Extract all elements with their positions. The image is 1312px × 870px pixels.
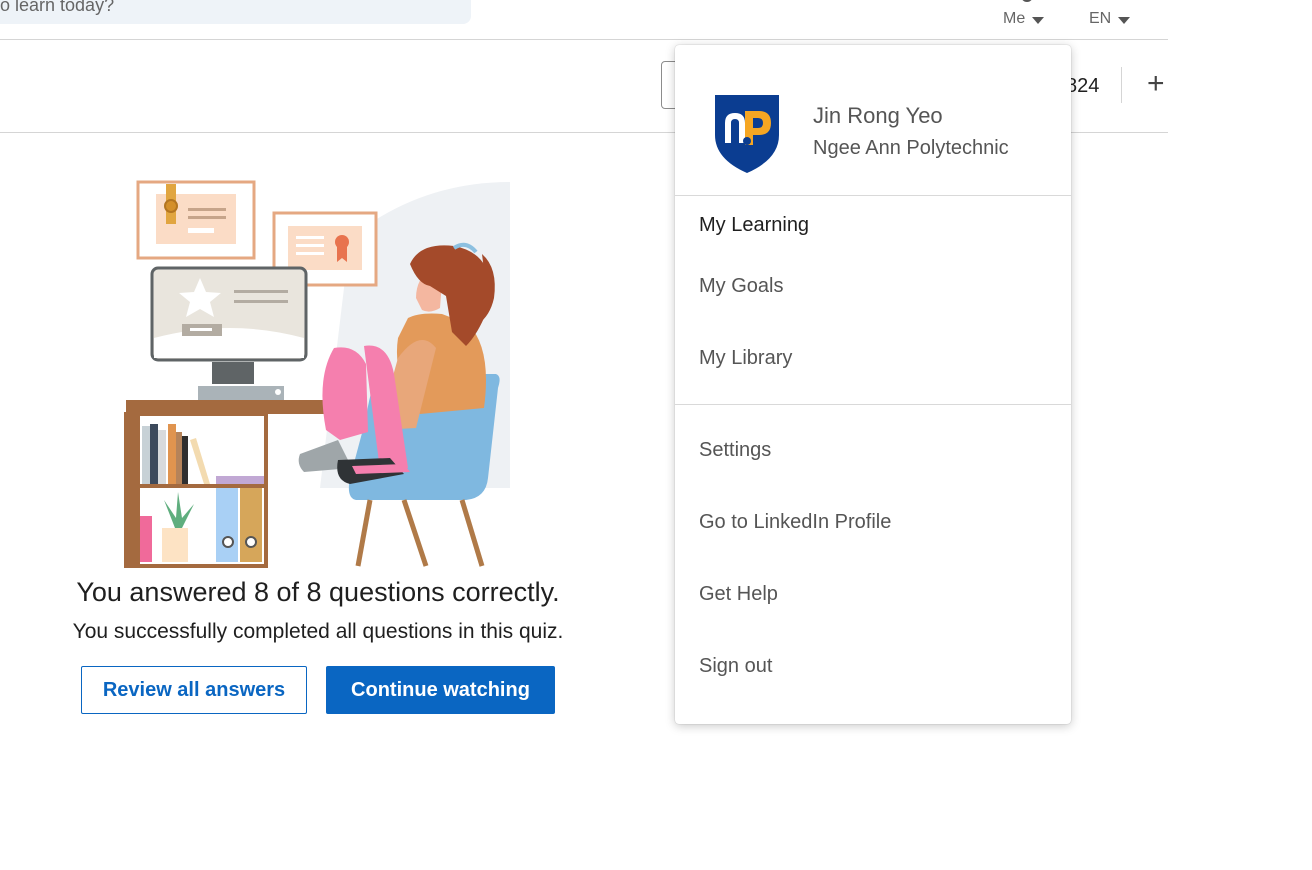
quiz-complete-illustration (124, 180, 510, 568)
user-name: Jin Rong Yeo (813, 103, 943, 128)
get-help-link[interactable]: Get Help (699, 583, 778, 606)
learning-section: My Learning My Goals My Library (675, 196, 1071, 405)
user-organization: Ngee Ann Polytechnic (813, 137, 1009, 159)
my-library-link[interactable]: My Library (699, 347, 792, 370)
me-menu-button[interactable]: Me (1003, 10, 1045, 28)
top-header: o learn today? Me EN (0, 0, 1168, 40)
linkedin-profile-link[interactable]: Go to LinkedIn Profile (699, 511, 891, 534)
chevron-down-icon (1118, 16, 1131, 24)
continue-watching-button[interactable]: Continue watching (326, 666, 555, 714)
my-learning-heading[interactable]: My Learning (699, 214, 809, 237)
organization-logo (715, 95, 779, 173)
profile-header[interactable]: Jin Rong Yeo Ngee Ann Polytechnic (675, 45, 1071, 196)
review-all-answers-button[interactable]: Review all answers (81, 666, 307, 714)
quiz-result-title: You answered 8 of 8 questions correctly. (76, 577, 560, 607)
quiz-result-subtitle: You successfully completed all questions… (72, 620, 564, 643)
avatar-icon[interactable] (1021, 0, 1033, 2)
account-section: Settings Go to LinkedIn Profile Get Help… (675, 405, 1071, 723)
sign-out-link[interactable]: Sign out (699, 655, 772, 678)
chevron-down-icon (1032, 16, 1045, 24)
toolbar-divider (1121, 67, 1122, 103)
my-goals-link[interactable]: My Goals (699, 275, 783, 298)
toolbar-count: 824 (1066, 75, 1100, 97)
add-icon[interactable]: + (1147, 67, 1165, 101)
language-label: EN (1089, 10, 1112, 27)
language-menu-button[interactable]: EN (1089, 10, 1131, 28)
search-input[interactable]: o learn today? (0, 0, 471, 24)
me-label: Me (1003, 10, 1026, 27)
settings-link[interactable]: Settings (699, 439, 771, 462)
profile-dropdown-menu: Jin Rong Yeo Ngee Ann Polytechnic My Lea… (675, 45, 1071, 724)
search-placeholder: o learn today? (0, 0, 115, 15)
